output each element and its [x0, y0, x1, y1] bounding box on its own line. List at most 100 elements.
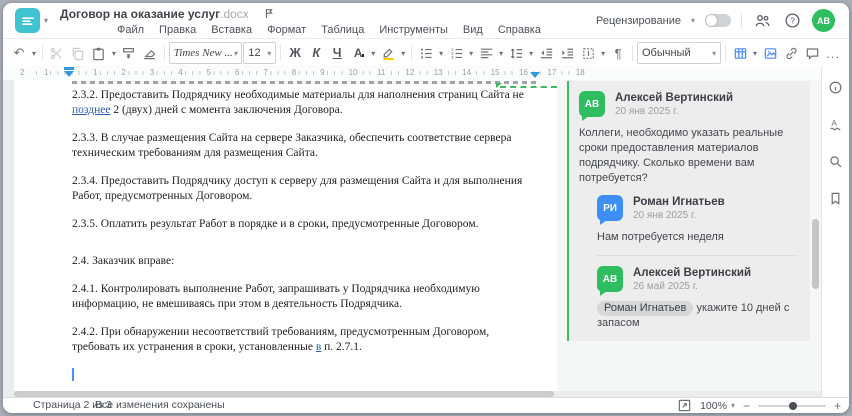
- menu-item-5[interactable]: Таблица: [321, 24, 364, 36]
- comment-thread[interactable]: АВ Алексей Вертинский 20 янв 2025 г. Коллег…: [579, 91, 798, 185]
- menu-item-6[interactable]: Инструменты: [379, 24, 448, 36]
- menu-item-2[interactable]: Правка: [159, 24, 196, 36]
- comment-thread[interactable]: АВ Алексей Вертинский 26 май 2025 г. Роман …: [597, 255, 798, 331]
- toolbar-more-button[interactable]: ...: [823, 42, 843, 64]
- help-icon[interactable]: ?: [782, 10, 802, 32]
- menu-item-1[interactable]: Файл: [117, 24, 144, 36]
- zoom-in-button[interactable]: +: [834, 400, 841, 412]
- paragraph[interactable]: 2.3.5. Оплатить результат Работ в порядк…: [72, 217, 536, 232]
- menu-item-8[interactable]: Справка: [498, 24, 541, 36]
- paragraph-borders-caret-icon[interactable]: ▾: [599, 42, 607, 64]
- collaboration-users-icon[interactable]: [752, 10, 772, 32]
- comment-author: Роман Игнатьев: [633, 196, 725, 209]
- paragraph[interactable]: 2.3.4. Предоставить Подрядчику доступ к …: [72, 174, 536, 204]
- font-name-select[interactable]: Times New ... ▾: [168, 42, 243, 64]
- insert-link-button[interactable]: [781, 42, 801, 64]
- ruler-number: 1: [43, 68, 50, 77]
- menu-item-4[interactable]: Формат: [267, 24, 306, 36]
- numbered-list-button[interactable]: 123: [446, 42, 466, 64]
- right-indent-marker[interactable]: [530, 72, 540, 78]
- paste-caret-icon[interactable]: ▾: [110, 42, 118, 64]
- zoom-caret-icon[interactable]: ▾: [731, 401, 735, 410]
- font-size-select[interactable]: 12 ▾: [243, 42, 277, 64]
- paragraph[interactable]: 2.3.2. Предоставить Подрядчику необходим…: [72, 88, 536, 118]
- document-text[interactable]: 2.3.2. Предоставить Подрядчику необходим…: [72, 88, 536, 384]
- vertical-scrollbar[interactable]: [812, 219, 819, 289]
- insert-image-button[interactable]: [760, 42, 780, 64]
- review-mode-label[interactable]: Рецензирование: [596, 15, 681, 27]
- menu-item-3[interactable]: Вставка: [211, 24, 252, 36]
- bold-button[interactable]: Ж: [285, 42, 305, 64]
- zoom-level[interactable]: 100%: [700, 400, 727, 412]
- logo-caret-icon[interactable]: ▾: [44, 16, 48, 25]
- paragraph-text: 2.4. Заказчик вправе:: [72, 255, 175, 267]
- italic-button[interactable]: К: [306, 42, 326, 64]
- nonprinting-chars-button[interactable]: ¶: [608, 42, 628, 64]
- align-left-button[interactable]: [476, 42, 496, 64]
- numbered-list-caret-icon[interactable]: ▾: [467, 42, 475, 64]
- ruler-number: 8: [290, 68, 298, 77]
- format-painter-button[interactable]: [119, 42, 139, 64]
- paragraph[interactable]: 2.4.1. Контролировать выполнение Работ, …: [72, 282, 536, 312]
- line-spacing-button[interactable]: [506, 42, 526, 64]
- paragraph[interactable]: 2.3.3. В случае размещения Сайта на серв…: [72, 131, 536, 161]
- ruler-number: 10: [347, 68, 359, 77]
- undo-button[interactable]: ↶: [9, 42, 29, 64]
- bullet-list-caret-icon[interactable]: ▾: [437, 42, 445, 64]
- align-caret-icon[interactable]: ▾: [497, 42, 505, 64]
- ruler-number: 4: [177, 68, 184, 77]
- increase-indent-button[interactable]: [557, 42, 577, 64]
- bookmark-icon[interactable]: [828, 190, 844, 206]
- user-avatar[interactable]: АВ: [812, 9, 835, 32]
- about-info-icon[interactable]: [828, 79, 844, 95]
- right-sidebar: А: [821, 67, 849, 398]
- font-color-caret-icon[interactable]: ▾: [369, 42, 377, 64]
- zoom-out-button[interactable]: −: [743, 400, 750, 412]
- copy-button[interactable]: [68, 42, 88, 64]
- cut-button[interactable]: [47, 42, 67, 64]
- document-page[interactable]: 2.3.2. Предоставить Подрядчику необходим…: [14, 80, 558, 391]
- undo-caret-icon[interactable]: ▾: [30, 42, 38, 64]
- comment-thread[interactable]: РИ Роман Игнатьев 20 янв 2025 г. Нам потреб…: [597, 195, 798, 245]
- paragraph-borders-button[interactable]: [578, 42, 598, 64]
- review-toggle[interactable]: [705, 14, 731, 27]
- spellcheck-icon[interactable]: А: [828, 116, 844, 132]
- paragraph[interactable]: 2.4.2. При обнаружении несоответствий тр…: [72, 325, 536, 355]
- bullet-list-button[interactable]: [416, 42, 436, 64]
- clipped-text-line: [72, 81, 539, 84]
- underline-button[interactable]: Ч: [327, 42, 347, 64]
- flag-icon[interactable]: [263, 7, 275, 20]
- comment-text: Роман Игнатьев укажите 10 дней с запасом: [597, 301, 798, 331]
- insert-table-button[interactable]: [730, 42, 750, 64]
- paragraph[interactable]: 2.4. Заказчик вправе:: [72, 254, 536, 269]
- comment-avatar: АВ: [579, 91, 605, 121]
- highlight-color-button[interactable]: [378, 42, 398, 64]
- review-caret-icon[interactable]: ▾: [691, 16, 695, 25]
- text-cursor: [72, 368, 74, 381]
- insert-comment-button[interactable]: [802, 42, 822, 64]
- insert-table-caret-icon[interactable]: ▾: [751, 42, 759, 64]
- decrease-indent-button[interactable]: [536, 42, 556, 64]
- menu-item-7[interactable]: Вид: [463, 24, 483, 36]
- comment-text: Коллеги, необходимо указать реальные сро…: [579, 126, 798, 185]
- first-line-indent-marker[interactable]: [64, 71, 74, 77]
- indent-marker[interactable]: [64, 67, 74, 70]
- font-color-button[interactable]: А: [348, 42, 368, 64]
- highlight-caret-icon[interactable]: ▾: [399, 42, 407, 64]
- search-icon[interactable]: [828, 153, 844, 169]
- paste-button[interactable]: [89, 42, 109, 64]
- mention-chip[interactable]: Роман Игнатьев: [597, 301, 694, 317]
- line-spacing-caret-icon[interactable]: ▾: [527, 42, 535, 64]
- clear-style-button[interactable]: [140, 42, 160, 64]
- fit-to-width-button[interactable]: [676, 398, 692, 414]
- document-title: Договор на оказание услуг.docx: [60, 7, 249, 21]
- paragraph-style-select[interactable]: Обычный ▾: [636, 42, 722, 64]
- ruler-number: 18: [574, 68, 586, 77]
- ruler-number: 2: [120, 68, 127, 77]
- paragraph-text: 2.3.5. Оплатить результат Работ в порядк…: [72, 218, 479, 230]
- zoom-slider-handle[interactable]: [788, 401, 797, 410]
- svg-text:А: А: [831, 118, 837, 128]
- comment-card[interactable]: АВ Алексей Вертинский 20 янв 2025 г. Коллег…: [567, 81, 810, 341]
- app-logo-icon[interactable]: [15, 8, 40, 33]
- zoom-slider[interactable]: [757, 401, 826, 410]
